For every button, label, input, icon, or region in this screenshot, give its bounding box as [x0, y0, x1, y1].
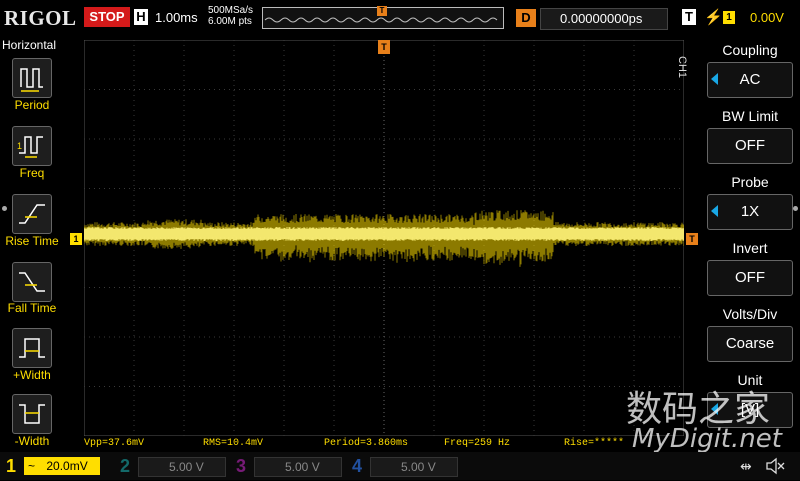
period-icon[interactable]	[12, 58, 52, 98]
fall-time-label: Fall Time	[7, 301, 57, 315]
delay-badge: D	[516, 9, 536, 27]
rigol-logo: RIGOL	[4, 6, 77, 30]
channel-3-button[interactable]: 3 5.00 V	[232, 455, 342, 477]
trigger-level[interactable]: 0.00V	[750, 10, 784, 25]
rise-time-icon[interactable]	[12, 194, 52, 234]
channel-4-scale-box: 5.00 V	[370, 457, 458, 477]
channel-2-scale: 5.00 V	[169, 460, 204, 474]
timebase-badge: H	[134, 9, 148, 25]
delay-value: 0.00000000ps	[560, 11, 643, 26]
bw-limit-value[interactable]: OFF	[707, 128, 793, 164]
overview-trigger-marker: T	[377, 6, 387, 16]
invert-value[interactable]: OFF	[707, 260, 793, 296]
channel-tag: CH1	[676, 56, 688, 79]
left-arrow-icon	[711, 73, 718, 85]
channel-3-scale-box: 5.00 V	[254, 457, 342, 477]
channel-1-number: 1	[6, 456, 17, 476]
pos-width-label: +Width	[13, 368, 51, 382]
channel-1-button[interactable]: 1 ~ 20.0mV	[2, 455, 102, 477]
rising-edge-icon: ⚡	[704, 9, 723, 26]
bw-limit-menu[interactable]: BW Limit OFF	[704, 106, 796, 168]
coupling-value[interactable]: AC	[707, 62, 793, 98]
usb-icon: ⇹	[740, 458, 752, 474]
watermark-en: MyDigit.net	[632, 424, 782, 454]
channel-3-scale: 5.00 V	[285, 460, 320, 474]
memory-depth: 6.00M pts	[208, 16, 252, 27]
neg-width-icon[interactable]	[12, 394, 52, 434]
channel-3-number: 3	[236, 456, 247, 476]
trigger-source: 1	[723, 11, 735, 24]
freq-label: Freq	[19, 166, 45, 180]
probe-label: Probe	[731, 174, 769, 190]
menu-title: Horizontal	[2, 38, 57, 52]
trigger-badge: T	[682, 9, 696, 25]
waveform-overview: T	[262, 6, 504, 29]
neg-width-label: -Width	[14, 434, 50, 448]
probe-menu[interactable]: Probe 1X	[704, 172, 796, 234]
ac-coupling-icon: ~	[28, 459, 36, 473]
channel-1-scale-box: ~ 20.0mV	[24, 457, 100, 475]
volts-div-menu[interactable]: Volts/Div Coarse	[704, 304, 796, 366]
channel-1-scale: 20.0mV	[46, 459, 88, 473]
coupling-menu[interactable]: Coupling AC	[704, 40, 796, 102]
channel-4-number: 4	[352, 456, 363, 476]
rise-time-label: Rise Time	[5, 234, 59, 248]
measurement-freq: Freq=259 Hz	[444, 438, 511, 449]
sample-rate: 500MSa/s	[208, 5, 254, 16]
freq-icon[interactable]: 1	[12, 126, 52, 166]
ch1-waveform-core	[84, 227, 684, 241]
left-arrow-icon	[711, 205, 718, 217]
channel-2-number: 2	[120, 456, 131, 476]
period-label: Period	[14, 98, 50, 112]
coupling-label: Coupling	[722, 42, 778, 58]
channel-2-button[interactable]: 2 5.00 V	[116, 455, 226, 477]
measurement-rms: RMS=10.4mV	[203, 438, 264, 449]
measurement-rise: Rise=*****	[564, 438, 625, 449]
invert-menu[interactable]: Invert OFF	[704, 238, 796, 300]
bw-limit-label: BW Limit	[722, 108, 778, 124]
fall-time-icon[interactable]	[12, 262, 52, 302]
timebase-value[interactable]: 1.00ms	[155, 10, 198, 25]
ch1-offset-marker[interactable]: 1	[70, 233, 82, 245]
trigger-position-marker[interactable]: T	[378, 40, 390, 54]
acquisition-info: 500MSa/s 6.00M pts	[208, 5, 253, 27]
pos-width-icon[interactable]	[12, 328, 52, 368]
measurement-vpp: Vpp=37.6mV	[84, 438, 145, 449]
channel-4-scale: 5.00 V	[401, 460, 436, 474]
channel-4-button[interactable]: 4 5.00 V	[348, 455, 458, 477]
menu-page-dot	[2, 206, 7, 211]
volts-div-label: Volts/Div	[722, 306, 778, 322]
channel-2-scale-box: 5.00 V	[138, 457, 226, 477]
waveform-display[interactable]	[84, 40, 684, 436]
trigger-level-marker[interactable]: T	[686, 233, 698, 245]
probe-value[interactable]: 1X	[707, 194, 793, 230]
run-stop-status[interactable]: STOP	[84, 7, 130, 27]
volts-div-value[interactable]: Coarse	[707, 326, 793, 362]
invert-label: Invert	[732, 240, 768, 256]
speaker-mute-icon[interactable]	[764, 456, 786, 476]
measurement-period: Period=3.860ms	[324, 438, 409, 449]
svg-text:1: 1	[17, 141, 22, 151]
